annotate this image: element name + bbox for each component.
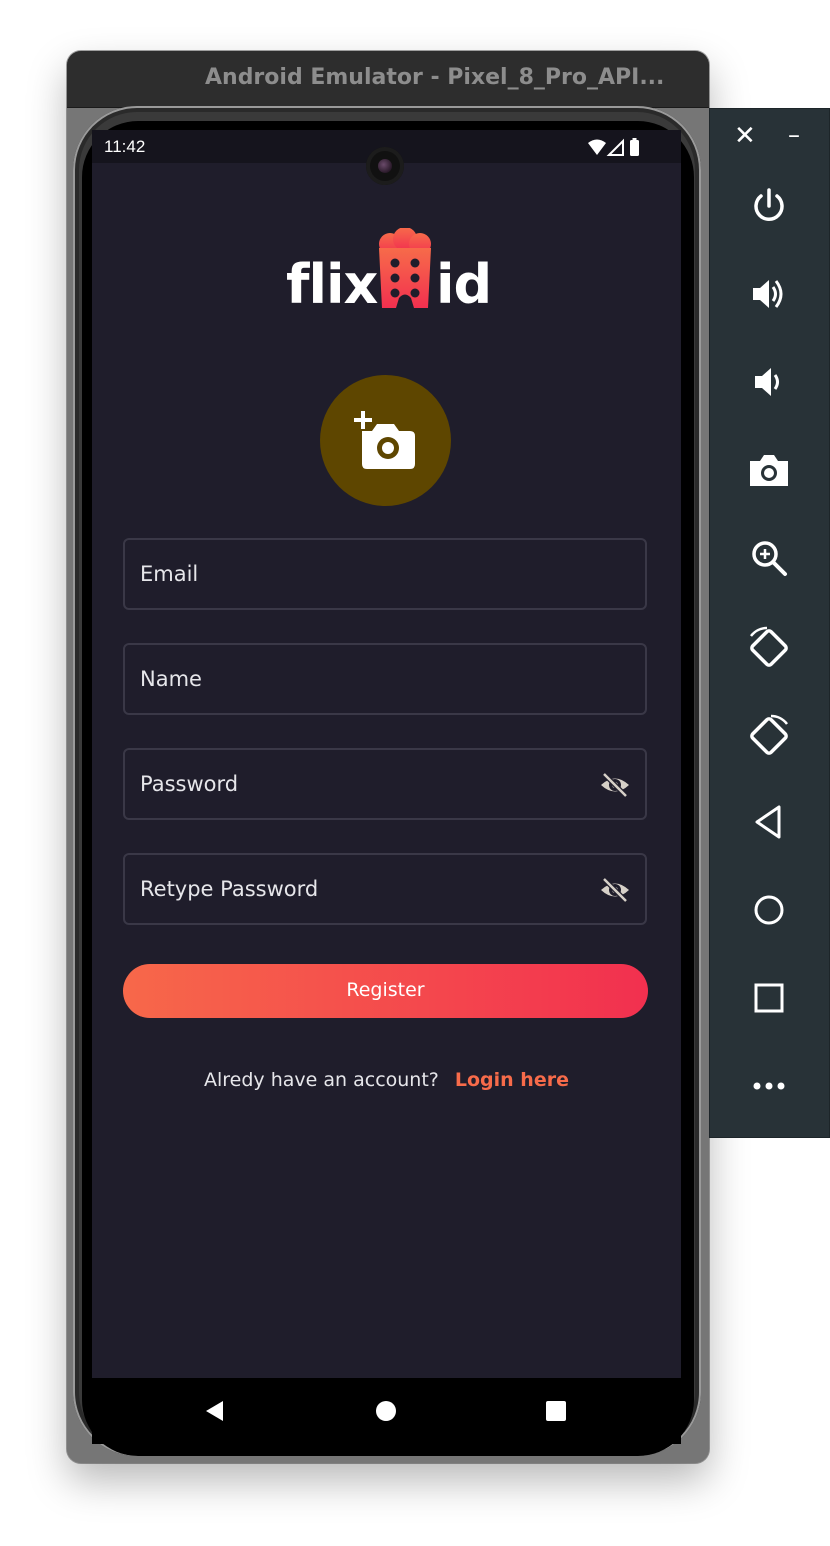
nav-bar [92,1378,681,1444]
overview-button[interactable] [710,976,829,1020]
rotate-right-icon [750,714,788,755]
add-photo-button[interactable] [320,375,451,506]
signal-icon [606,138,624,156]
emulator-minimize-button[interactable]: – [788,123,800,147]
volume-up-icon [753,280,783,308]
login-link[interactable]: Login here [455,1069,569,1091]
email-field[interactable]: Email [123,538,647,610]
zoom-icon [752,541,787,576]
retype-password-field[interactable]: Retype Password [123,853,647,925]
overview-icon [754,983,784,1013]
emulator-title-bar[interactable]: Android Emulator - Pixel_8_Pro_API... [67,51,709,108]
screenshot-icon [750,455,788,486]
more-icon [753,1082,785,1090]
visibility-off-icon[interactable] [599,876,631,904]
back-icon [755,805,781,839]
back-button[interactable] [710,800,829,844]
register-button-label: Register [346,979,425,1001]
visibility-off-icon[interactable] [599,771,631,799]
password-field[interactable]: Password [123,748,647,820]
home-button[interactable] [710,888,829,932]
emulator-close-button[interactable]: ✕ [734,123,756,149]
logo-text-id: id [436,253,492,316]
rotate-left-button[interactable] [710,624,829,668]
password-field-label: Password [140,772,239,796]
volume-down-icon [755,368,779,396]
emulator-window-title: Android Emulator - Pixel_8_Pro_API... [205,65,665,90]
email-field-label: Email [140,562,199,586]
name-field[interactable]: Name [123,643,647,715]
volume-up-button[interactable] [710,272,829,316]
nav-recents-icon[interactable] [544,1399,568,1423]
status-time: 11:42 [104,137,146,156]
nav-back-icon[interactable] [203,1399,227,1423]
screenshot-button[interactable] [710,448,829,492]
volume-down-button[interactable] [710,360,829,404]
status-icons [588,138,639,156]
retype-password-field-label: Retype Password [140,877,319,901]
popcorn-logo-icon [379,228,431,308]
emulator-toolbar: ✕ – [709,108,830,1138]
add-photo-icon [354,411,415,469]
power-icon [754,188,784,221]
rotate-right-button[interactable] [710,712,829,756]
register-button[interactable]: Register [123,964,648,1018]
login-row: Alredy have an account? Login here [92,1069,681,1091]
nav-home-icon[interactable] [374,1399,398,1423]
login-prompt: Alredy have an account? [204,1069,439,1091]
rotate-left-icon [750,626,788,667]
zoom-button[interactable] [710,536,829,580]
logo-text-flix: flix [286,253,378,316]
wifi-icon [588,139,606,155]
home-icon [754,895,784,925]
camera-lens [378,159,392,173]
more-button[interactable] [710,1064,829,1108]
battery-icon [630,140,639,156]
power-button[interactable] [710,184,829,228]
name-field-label: Name [140,667,202,691]
app-screen: flix id Email Name Password Retype Passw… [92,132,681,1378]
